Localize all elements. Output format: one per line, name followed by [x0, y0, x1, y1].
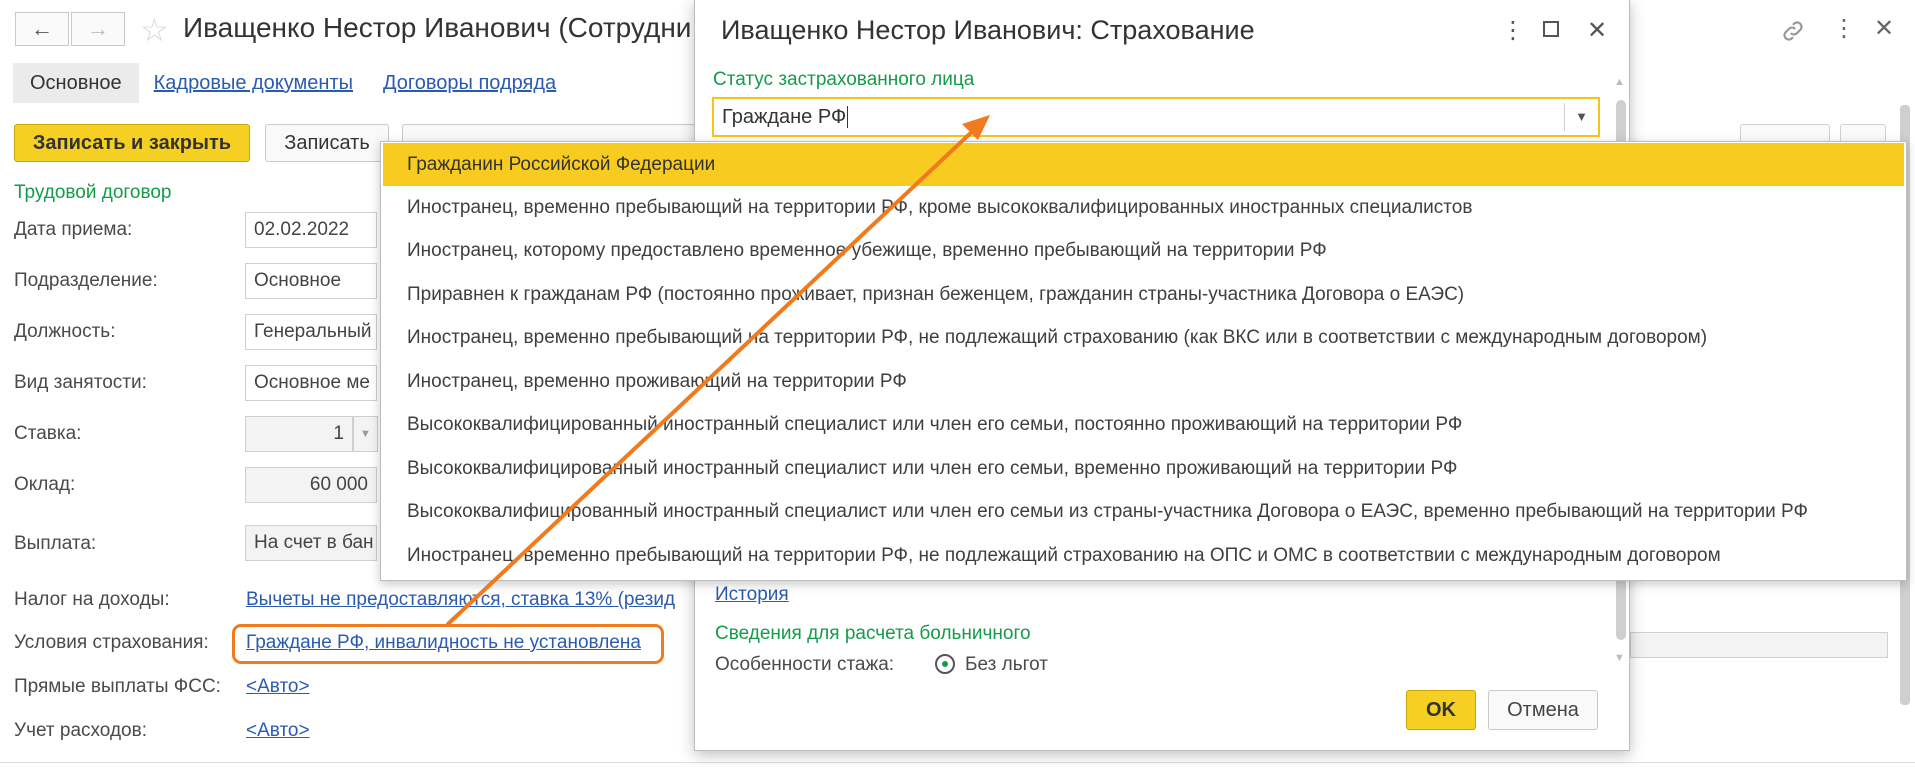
- fss-label: Прямые выплаты ФСС:: [14, 676, 221, 697]
- chevron-down-icon[interactable]: ▼: [1575, 99, 1588, 135]
- income-tax-label: Налог на доходы:: [14, 589, 170, 610]
- more-vertical-icon[interactable]: ⋮: [1501, 16, 1525, 45]
- hire-date-field[interactable]: 02.02.2022: [245, 212, 377, 248]
- close-icon[interactable]: ✕: [1587, 16, 1607, 45]
- employment-type-field[interactable]: Основное ме: [245, 365, 377, 401]
- dropdown-item[interactable]: Иностранец, временно пребывающий на терр…: [383, 534, 1904, 577]
- salary-field[interactable]: 60 000: [245, 467, 377, 503]
- hire-date-label: Дата приема:: [14, 219, 133, 240]
- scroll-up-icon[interactable]: ▲: [1614, 76, 1625, 88]
- salary-label: Оклад:: [14, 474, 76, 495]
- dropdown-item[interactable]: Иностранец, временно пребывающий на терр…: [383, 186, 1904, 229]
- ok-button[interactable]: OK: [1406, 690, 1476, 730]
- sick-leave-section-title: Сведения для расчета больничного: [715, 623, 1031, 644]
- history-link[interactable]: История: [715, 584, 789, 606]
- tab-main[interactable]: Основное: [13, 63, 139, 103]
- dropdown-item[interactable]: Гражданин Российской Федерации: [383, 143, 1904, 186]
- expenses-label: Учет расходов:: [14, 720, 147, 741]
- insurance-label: Условия страхования:: [14, 632, 209, 653]
- arrow-right-icon: →: [87, 16, 109, 41]
- department-field[interactable]: Основное: [245, 263, 377, 299]
- annotation-highlight: [232, 624, 664, 664]
- position-field[interactable]: Генеральный: [245, 314, 377, 350]
- divider: [0, 762, 1915, 763]
- dropdown-item[interactable]: Высококвалифицированный иностранный спец…: [383, 447, 1904, 490]
- star-icon[interactable]: ☆: [140, 11, 169, 49]
- rate-label: Ставка:: [14, 423, 82, 444]
- more-vertical-icon[interactable]: ⋮: [1832, 14, 1856, 43]
- status-dropdown-list: Гражданин Российской Федерации Иностране…: [380, 141, 1907, 581]
- dialog-title: Иващенко Нестор Иванович: Страхование: [721, 15, 1255, 45]
- employment-type-label: Вид занятости:: [14, 372, 147, 393]
- save-button[interactable]: Записать: [265, 124, 389, 162]
- seniority-option-label: Без льгот: [965, 654, 1048, 675]
- dropdown-item[interactable]: Иностранец, временно пребывающий на терр…: [383, 316, 1904, 359]
- maximize-icon[interactable]: [1541, 18, 1561, 46]
- scroll-down-icon[interactable]: ▼: [1614, 652, 1625, 664]
- arrow-left-icon: ←: [31, 16, 53, 41]
- payment-field[interactable]: На счет в бан: [245, 525, 377, 561]
- dropdown-item[interactable]: Высококвалифицированный иностранный спец…: [383, 490, 1904, 533]
- chevron-down-icon: ▼: [360, 428, 371, 440]
- combo-separator: [1564, 103, 1565, 131]
- expenses-link[interactable]: <Авто>: [246, 720, 310, 742]
- payment-label: Выплата:: [14, 533, 97, 554]
- status-label: Статус застрахованного лица: [713, 69, 975, 90]
- form-tabs: Основное Кадровые документы Договоры под…: [13, 63, 571, 103]
- back-button[interactable]: ←: [15, 12, 69, 46]
- tab-contracts[interactable]: Договоры подряда: [368, 63, 571, 103]
- dropdown-item[interactable]: Приравнен к гражданам РФ (постоянно прож…: [383, 273, 1904, 316]
- position-label: Должность:: [14, 321, 116, 342]
- seniority-radio[interactable]: [935, 654, 955, 674]
- close-icon[interactable]: ✕: [1874, 14, 1894, 43]
- department-label: Подразделение:: [14, 270, 158, 291]
- seniority-label: Особенности стажа:: [715, 654, 895, 675]
- forward-button[interactable]: →: [71, 12, 125, 46]
- info-bar: [1630, 632, 1888, 658]
- tab-hr-documents[interactable]: Кадровые документы: [139, 63, 368, 103]
- income-tax-link[interactable]: Вычеты не предоставляются, ставка 13% (р…: [246, 589, 675, 611]
- save-and-close-button[interactable]: Записать и закрыть: [14, 124, 250, 162]
- dropdown-item[interactable]: Иностранец, которому предоставлено време…: [383, 229, 1904, 272]
- rate-field[interactable]: 1: [245, 416, 353, 452]
- status-input[interactable]: Граждане РФ: [722, 106, 846, 128]
- form-title: Иващенко Нестор Иванович (Сотрудни: [183, 12, 692, 43]
- dropdown-item[interactable]: Иностранец, временно проживающий на терр…: [383, 360, 1904, 403]
- rate-stepper[interactable]: ▼: [353, 416, 378, 452]
- dropdown-item[interactable]: Высококвалифицированный иностранный спец…: [383, 403, 1904, 446]
- cancel-button[interactable]: Отмена: [1488, 690, 1598, 730]
- link-icon[interactable]: [1780, 18, 1806, 51]
- fss-link[interactable]: <Авто>: [246, 676, 310, 698]
- section-title-contract: Трудовой договор: [14, 182, 172, 203]
- status-combobox[interactable]: Граждане РФ ▼: [712, 97, 1600, 137]
